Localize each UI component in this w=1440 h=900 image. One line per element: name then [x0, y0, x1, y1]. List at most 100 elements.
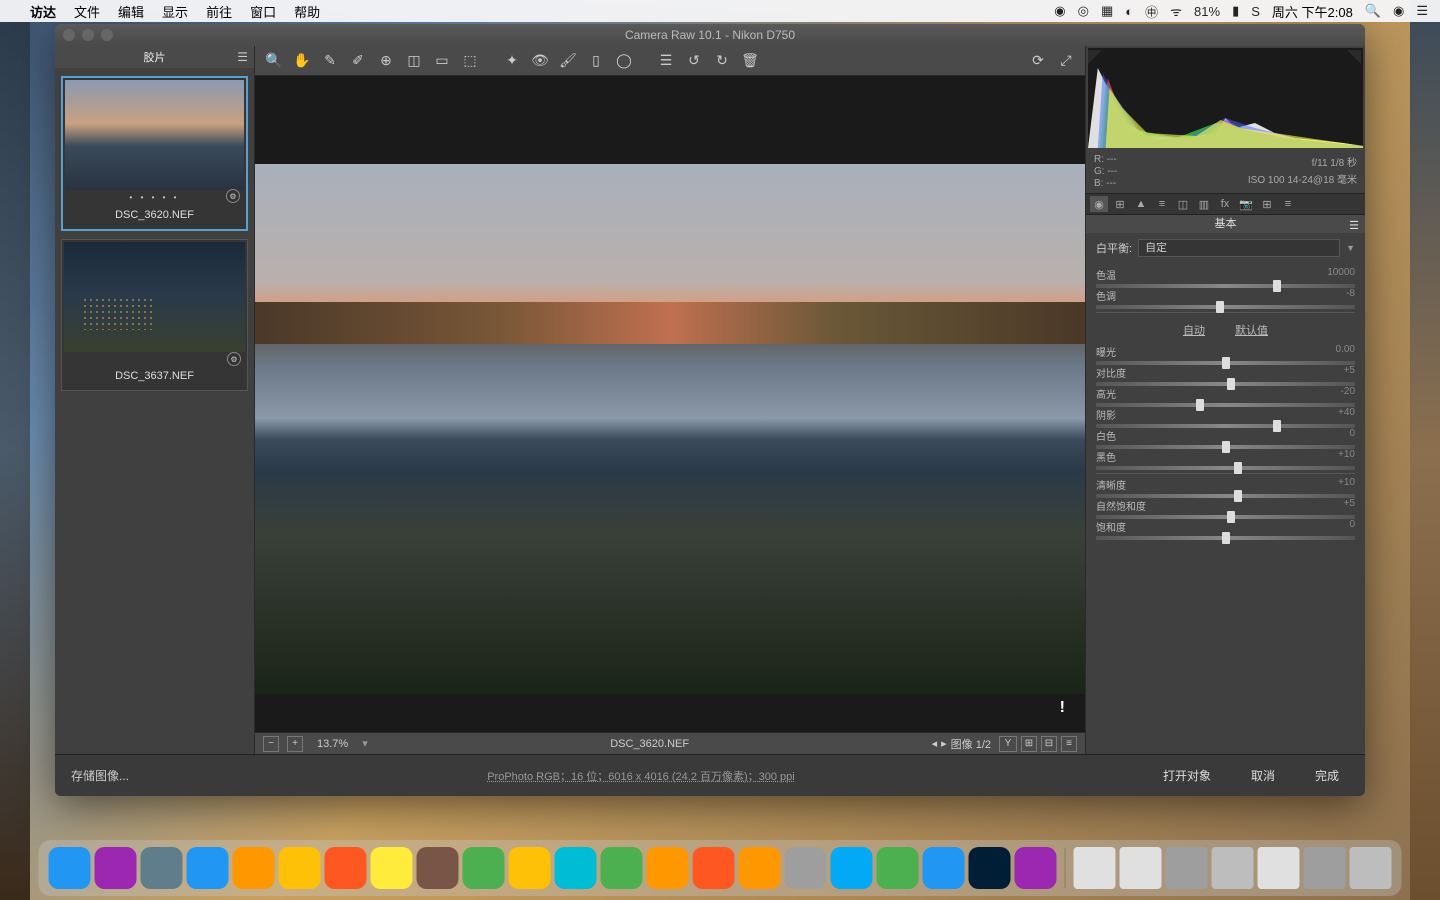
dock-app-6[interactable]	[325, 847, 367, 889]
slider-value[interactable]: 0	[1349, 428, 1355, 443]
menu-file[interactable]: 文件	[74, 2, 100, 21]
slider-track[interactable]	[1096, 382, 1355, 386]
wb-select[interactable]: 自定	[1138, 239, 1340, 257]
tab-detail-icon[interactable]: ▲	[1132, 196, 1150, 212]
zoom-dropdown-icon[interactable]: ▾	[362, 737, 368, 750]
zoom-level[interactable]: 13.7%	[311, 738, 354, 750]
thumbnail[interactable]: • • • • • ⚙ DSC_3620.NEF	[61, 76, 248, 231]
dock-app-1[interactable]	[95, 847, 137, 889]
warning-icon[interactable]: !	[1060, 699, 1065, 717]
dock-file-5[interactable]	[1304, 847, 1346, 889]
slider-track[interactable]	[1096, 494, 1355, 498]
dock-app-14[interactable]	[693, 847, 735, 889]
next-image-button[interactable]: ▸	[941, 737, 947, 750]
tray-icon-2[interactable]: ◐	[1125, 4, 1133, 19]
preferences-icon[interactable]: ☰	[655, 50, 677, 72]
tab-camera-icon[interactable]: 📷	[1237, 196, 1255, 212]
save-image-button[interactable]: 存储图像...	[71, 767, 129, 784]
dock-app-19[interactable]	[923, 847, 965, 889]
compare-a-button[interactable]: ⊞	[1021, 736, 1037, 752]
slider-thumb[interactable]	[1222, 532, 1230, 544]
crop-tool-icon[interactable]: ◫	[403, 50, 425, 72]
slider-value[interactable]: -8	[1346, 288, 1355, 303]
tray-icon[interactable]: ▦	[1101, 3, 1113, 19]
dock-app-4[interactable]	[233, 847, 275, 889]
done-button[interactable]: 完成	[1305, 763, 1349, 788]
slider-value[interactable]: 10000	[1327, 267, 1355, 282]
histogram[interactable]	[1088, 48, 1363, 148]
dock-app-0[interactable]	[49, 847, 91, 889]
dock-file-4[interactable]	[1258, 847, 1300, 889]
slider-track[interactable]	[1096, 466, 1355, 470]
tab-snapshots-icon[interactable]: ≡	[1279, 196, 1297, 212]
zoom-in-button[interactable]: +	[287, 736, 303, 752]
slider-track[interactable]	[1096, 424, 1355, 428]
slider-value[interactable]: +5	[1344, 365, 1355, 380]
slider-track[interactable]	[1096, 284, 1355, 288]
menu-view[interactable]: 显示	[162, 2, 188, 21]
dock-app-3[interactable]	[187, 847, 229, 889]
compare-b-button[interactable]: ⊟	[1041, 736, 1057, 752]
slider-thumb[interactable]	[1222, 441, 1230, 453]
slider-value[interactable]: +40	[1338, 407, 1355, 422]
thumbnail-settings-icon[interactable]: ⚙	[227, 352, 241, 366]
prev-image-button[interactable]: ◂	[932, 737, 938, 750]
dock-file-6[interactable]	[1350, 847, 1392, 889]
slider-track[interactable]	[1096, 403, 1355, 407]
tab-lens-icon[interactable]: ▥	[1195, 196, 1213, 212]
radial-tool-icon[interactable]: ◯	[613, 50, 635, 72]
slider-value[interactable]: 0.00	[1336, 344, 1355, 359]
dock-file-1[interactable]	[1120, 847, 1162, 889]
dock-app-16[interactable]	[785, 847, 827, 889]
straighten-tool-icon[interactable]: ▭	[431, 50, 453, 72]
clock[interactable]: 周六 下午2:08	[1272, 2, 1353, 21]
dock-app-13[interactable]	[647, 847, 689, 889]
tab-curve-icon[interactable]: ⊞	[1111, 196, 1129, 212]
slider-track[interactable]	[1096, 305, 1355, 309]
trash-icon[interactable]: 🗑	[739, 50, 761, 72]
expand-icon[interactable]: ⤢	[1055, 50, 1077, 72]
tab-split-icon[interactable]: ◫	[1174, 196, 1192, 212]
slider-value[interactable]: +5	[1344, 498, 1355, 513]
notification-icon[interactable]: ☰	[1416, 3, 1428, 19]
wechat-icon[interactable]: ◉	[1054, 3, 1065, 19]
redeye-tool-icon[interactable]: 👁	[529, 50, 551, 72]
input-icon[interactable]: ㊥	[1145, 2, 1158, 21]
brush-tool-icon[interactable]: 🖌	[557, 50, 579, 72]
dock-app-20[interactable]	[969, 847, 1011, 889]
dock-app-2[interactable]	[141, 847, 183, 889]
open-button[interactable]: 打开对象	[1153, 763, 1221, 788]
slider-value[interactable]: +10	[1338, 449, 1355, 464]
thumbnail-settings-icon[interactable]: ⚙	[226, 189, 240, 203]
tab-hsl-icon[interactable]: ≡	[1153, 196, 1171, 212]
slider-thumb[interactable]	[1227, 511, 1235, 523]
dock-app-11[interactable]	[555, 847, 597, 889]
zoom-tool-icon[interactable]: 🔍	[263, 50, 285, 72]
dock-app-5[interactable]	[279, 847, 321, 889]
menu-edit[interactable]: 编辑	[118, 2, 144, 21]
fullscreen-icon[interactable]: ⟳	[1027, 50, 1049, 72]
slider-thumb[interactable]	[1196, 399, 1204, 411]
hand-tool-icon[interactable]: ✋	[291, 50, 313, 72]
dock-app-18[interactable]	[877, 847, 919, 889]
slider-value[interactable]: +10	[1338, 477, 1355, 492]
eyedropper-white-icon[interactable]: ✎	[319, 50, 341, 72]
workflow-info[interactable]: ProPhoto RGB；16 位；6016 x 4016 (24.2 百万像素…	[487, 768, 795, 784]
slider-track[interactable]	[1096, 445, 1355, 449]
slider-thumb[interactable]	[1273, 420, 1281, 432]
slider-thumb[interactable]	[1216, 301, 1224, 313]
dock-file-2[interactable]	[1166, 847, 1208, 889]
slider-thumb[interactable]	[1222, 357, 1230, 369]
slider-value[interactable]: -20	[1341, 386, 1355, 401]
color-sampler-icon[interactable]: ✐	[347, 50, 369, 72]
dock-file-3[interactable]	[1212, 847, 1254, 889]
dock-app-17[interactable]	[831, 847, 873, 889]
rotate-right-icon[interactable]: ↻	[711, 50, 733, 72]
cc-icon[interactable]: ◎	[1078, 3, 1089, 19]
zoom-out-button[interactable]: −	[263, 736, 279, 752]
dock-app-10[interactable]	[509, 847, 551, 889]
tab-presets-icon[interactable]: ⊞	[1258, 196, 1276, 212]
siri-icon[interactable]: ◉	[1393, 3, 1404, 19]
dock-app-21[interactable]	[1015, 847, 1057, 889]
slider-track[interactable]	[1096, 361, 1355, 365]
